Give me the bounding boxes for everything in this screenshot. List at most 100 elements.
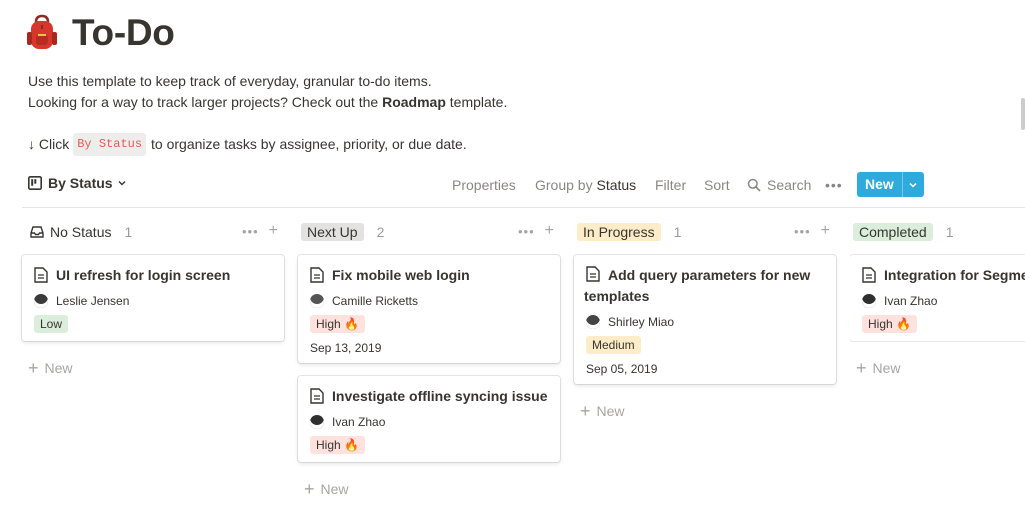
document-icon	[34, 267, 48, 283]
card-assignee: Camille Ricketts	[310, 294, 550, 308]
document-icon	[310, 388, 324, 404]
new-button[interactable]: New	[857, 172, 924, 197]
due-date: Sep 05, 2019	[586, 362, 658, 376]
more-icon[interactable]: •••	[242, 224, 259, 239]
hint-code: By Status	[73, 133, 147, 156]
assignee-name: Leslie Jensen	[56, 294, 130, 308]
board-card[interactable]: Investigate offline syncing issue Ivan Z…	[298, 376, 560, 462]
hint-line: ↓ Click By Status to organize tasks by a…	[28, 133, 467, 156]
plus-icon[interactable]: +	[545, 222, 554, 240]
description-line-1: Use this template to keep track of every…	[28, 73, 432, 89]
add-new-card-button[interactable]: + New	[580, 401, 625, 421]
document-icon	[310, 267, 324, 283]
chevron-down-icon	[909, 182, 917, 188]
view-selector[interactable]: By Status	[28, 175, 127, 191]
description-line-2: Looking for a way to track larger projec…	[28, 92, 507, 113]
avatar	[34, 294, 48, 308]
card-assignee: Ivan Zhao	[862, 294, 1025, 308]
board-column-completed: Completed 1 Integration for Segment Ivan…	[850, 220, 1025, 400]
priority-tag: High 🔥	[862, 315, 917, 333]
due-date: Sep 13, 2019	[310, 341, 382, 355]
inbox-icon	[30, 226, 44, 238]
new-button-label[interactable]: New	[857, 172, 902, 197]
assignee-name: Ivan Zhao	[332, 415, 386, 429]
board-card[interactable]: Fix mobile web login Camille Ricketts Hi…	[298, 255, 560, 363]
assignee-name: Ivan Zhao	[884, 294, 938, 308]
search-label: Search	[767, 177, 812, 193]
plus-icon: +	[304, 479, 315, 499]
board-view-icon	[28, 176, 42, 190]
page-title[interactable]: To-Do	[72, 12, 175, 54]
backpack-icon[interactable]	[26, 14, 58, 52]
group-by-value: Status	[596, 177, 637, 193]
toolbar-divider	[22, 207, 1025, 208]
column-count: 1	[673, 224, 682, 240]
plus-icon: +	[580, 401, 591, 421]
column-header[interactable]: No Status 1 ••• +	[22, 220, 284, 244]
card-title: UI refresh for login screen	[32, 265, 274, 286]
card-title-text: Investigate offline syncing issue	[332, 388, 548, 404]
new-dropdown-button[interactable]	[901, 172, 924, 197]
priority-tag: High 🔥	[310, 315, 365, 333]
board-card[interactable]: Add query parameters for new templates S…	[574, 255, 836, 384]
add-new-card-button[interactable]: + New	[28, 358, 73, 378]
group-by-label: Group by	[535, 177, 593, 193]
column-count: 2	[376, 224, 385, 240]
plus-icon[interactable]: +	[269, 222, 278, 240]
description-text: template.	[445, 94, 508, 110]
assignee-name: Camille Ricketts	[332, 294, 419, 308]
properties-button[interactable]: Properties	[452, 177, 516, 193]
card-assignee: Ivan Zhao	[310, 415, 550, 429]
priority-tag: High 🔥	[310, 436, 365, 454]
board-card[interactable]: UI refresh for login screen Leslie Jense…	[22, 255, 284, 341]
card-title-text: Add query parameters for new templates	[584, 267, 811, 304]
more-options-button[interactable]: •••	[825, 177, 843, 193]
board-column-in-progress: In Progress 1 ••• + Add query parameters…	[574, 220, 836, 420]
column-header[interactable]: Next Up 2 ••• +	[298, 220, 560, 244]
card-assignee: Shirley Miao	[586, 315, 826, 329]
search-icon	[747, 178, 761, 192]
hint-prefix: ↓ Click	[28, 136, 70, 152]
filter-button[interactable]: Filter	[655, 177, 686, 193]
add-new-card-button[interactable]: + New	[304, 479, 349, 499]
more-icon[interactable]: •••	[518, 224, 535, 239]
add-new-label: New	[320, 481, 349, 497]
card-title: Add query parameters for new templates	[584, 265, 826, 307]
card-title-text: Fix mobile web login	[332, 267, 470, 283]
column-name: No Status	[50, 224, 112, 240]
sort-button[interactable]: Sort	[704, 177, 730, 193]
column-actions: ••• +	[794, 222, 830, 240]
plus-icon: +	[28, 358, 39, 378]
document-icon	[586, 266, 600, 282]
priority-tag: Medium	[586, 336, 641, 354]
card-title: Investigate offline syncing issue	[308, 386, 550, 407]
add-new-label: New	[872, 360, 901, 376]
avatar	[862, 294, 876, 308]
board-card[interactable]: Integration for Segment Ivan Zhao High 🔥	[850, 255, 1025, 341]
page-header: To-Do	[26, 12, 175, 54]
priority-tag: Low	[34, 315, 69, 333]
scrollbar[interactable]	[1021, 98, 1025, 130]
assignee-name: Shirley Miao	[608, 315, 675, 329]
card-title: Integration for Segment	[860, 265, 1025, 286]
roadmap-link: Roadmap	[382, 94, 446, 110]
plus-icon[interactable]: +	[821, 222, 830, 240]
board-toolbar: By Status Properties Group by Status Fil…	[28, 172, 1025, 198]
page-description: Use this template to keep track of every…	[28, 71, 507, 113]
more-icon[interactable]: •••	[794, 224, 811, 239]
search-button[interactable]: Search	[747, 177, 811, 193]
column-header[interactable]: Completed 1	[850, 220, 1025, 244]
column-name: Next Up	[301, 223, 364, 241]
board-column-no-status: No Status 1 ••• + UI refresh for login s…	[22, 220, 284, 377]
card-assignee: Leslie Jensen	[34, 294, 274, 308]
hint-suffix: to organize tasks by assignee, priority,…	[151, 136, 467, 152]
description-text: Looking for a way to track larger projec…	[28, 94, 383, 110]
add-new-card-button[interactable]: + New	[856, 358, 901, 378]
add-new-label: New	[44, 360, 73, 376]
column-header[interactable]: In Progress 1 ••• +	[574, 220, 836, 244]
plus-icon: +	[856, 358, 867, 378]
board-column-next-up: Next Up 2 ••• + Fix mobile web login Cam…	[298, 220, 560, 498]
group-by-button[interactable]: Group by Status	[535, 177, 636, 193]
chevron-down-icon	[118, 181, 126, 186]
card-title: Fix mobile web login	[308, 265, 550, 286]
